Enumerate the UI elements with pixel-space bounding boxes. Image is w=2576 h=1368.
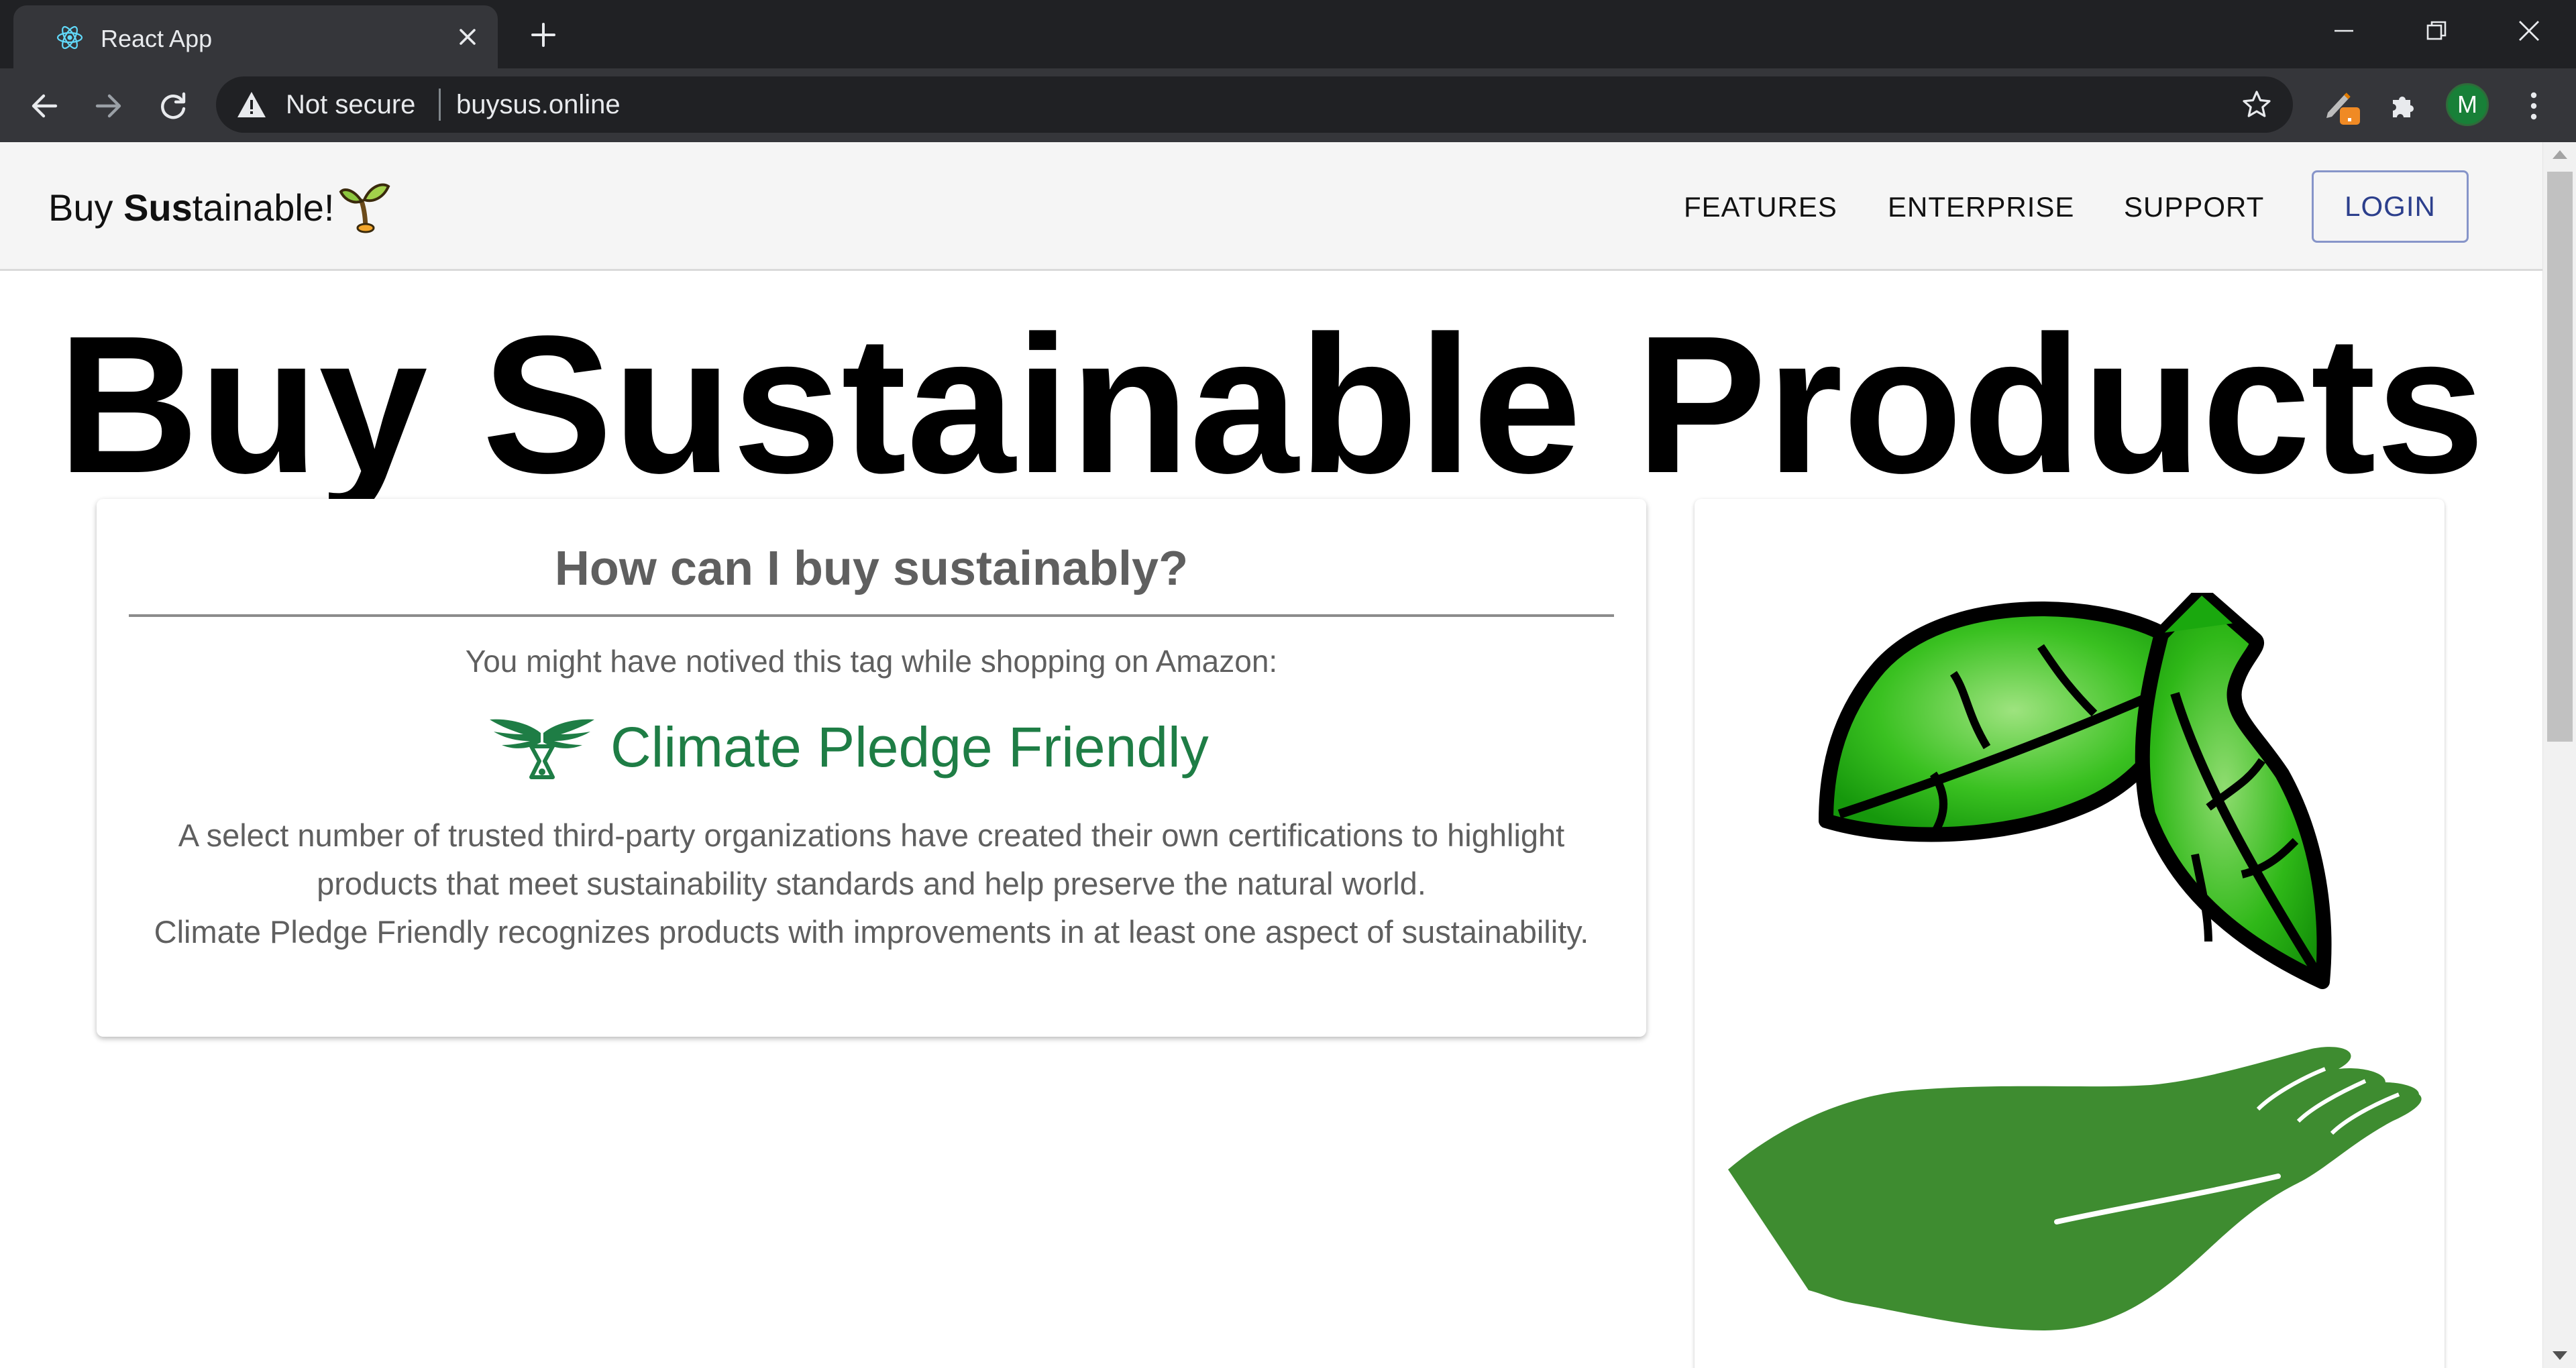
close-icon <box>2519 21 2539 41</box>
page-scrollbar[interactable] <box>2542 142 2576 1368</box>
kebab-menu-icon <box>2530 92 2537 120</box>
warning-icon[interactable] <box>236 90 267 119</box>
page-viewport: Buy Sus tainable! FEATURES ENTERPRISE SUP… <box>0 142 2542 1368</box>
card-paragraph-2: Climate Pledge Friendly recognizes produ… <box>154 914 1589 950</box>
hero-part2: tainable Products <box>841 295 2485 514</box>
card-subtitle: You might have notived this tag while sh… <box>465 644 1278 679</box>
climate-pledge-emblem-icon <box>490 719 594 779</box>
bookmark-button[interactable] <box>2238 86 2275 123</box>
hero-bold: Sus <box>482 295 842 514</box>
profile-avatar[interactable]: M <box>2446 83 2489 126</box>
brand-text-part1: Buy <box>48 186 124 229</box>
tab-close-button[interactable] <box>452 21 483 52</box>
illustration-card <box>1695 499 2445 1368</box>
restore-button[interactable] <box>2416 12 2457 50</box>
browser-menu-button[interactable] <box>2517 86 2551 126</box>
reload-button[interactable] <box>153 86 193 126</box>
leaves-icon <box>1819 593 2332 989</box>
climate-pledge-text: Climate Pledge Friendly <box>610 716 1209 779</box>
site-header: Buy Sus tainable! FEATURES ENTERPRISE SUP… <box>0 142 2542 271</box>
plus-icon <box>531 23 555 47</box>
address-divider <box>439 89 441 121</box>
climate-pledge-badge: Climate Pledge Friendly <box>488 707 1209 787</box>
new-tab-button[interactable] <box>527 19 559 51</box>
back-button[interactable] <box>24 86 64 126</box>
scroll-thumb[interactable] <box>2547 172 2573 742</box>
card-paragraph-1: A select number of trusted third-party o… <box>178 817 1565 901</box>
tab-title: React App <box>101 25 213 52</box>
url-text[interactable]: buysus.online <box>456 90 621 119</box>
forward-arrow-icon <box>95 94 121 118</box>
scroll-up-arrow[interactable] <box>2553 150 2567 159</box>
minimize-button[interactable] <box>2324 12 2364 50</box>
restore-icon <box>2426 21 2447 40</box>
star-icon <box>2243 91 2271 117</box>
card-divider <box>129 614 1614 617</box>
nav-enterprise[interactable]: ENTERPRISE <box>1888 190 2074 224</box>
close-icon <box>460 29 476 45</box>
card-body: A select number of trusted third-party o… <box>144 811 1599 956</box>
reload-icon <box>161 92 186 119</box>
hero-part1: Buy <box>57 295 482 514</box>
login-button[interactable]: LOGIN <box>2312 170 2469 243</box>
back-arrow-icon <box>32 94 58 118</box>
pen-extension-icon <box>2326 93 2360 125</box>
scroll-down-arrow[interactable] <box>2553 1351 2567 1360</box>
brand-text-part2: tainable! <box>192 186 335 229</box>
pen-extension-button[interactable] <box>2322 86 2363 126</box>
react-logo-icon <box>56 25 83 50</box>
hand-icon <box>1728 1047 2422 1330</box>
sprout-icon <box>339 183 390 233</box>
forward-button[interactable] <box>89 86 129 126</box>
nav-support[interactable]: SUPPORT <box>2124 190 2264 224</box>
brand-text-bold: Sus <box>123 186 193 229</box>
extensions-button[interactable] <box>2383 86 2423 126</box>
browser-tab[interactable]: React App <box>13 5 498 68</box>
minimize-icon <box>2334 30 2353 32</box>
security-label[interactable]: Not secure <box>286 90 415 119</box>
tab-strip: React App <box>0 0 2576 68</box>
puzzle-extension-icon <box>2393 97 2414 117</box>
hero-heading: Buy Sustainable Products <box>0 294 2542 515</box>
card-title: How can I buy sustainably? <box>554 542 1189 595</box>
nav-features[interactable]: FEATURES <box>1684 190 1837 224</box>
brand-logo[interactable]: Buy Sus tainable! <box>48 182 391 233</box>
info-card: How can I buy sustainably? You might hav… <box>97 499 1646 1037</box>
window-close-button[interactable] <box>2509 12 2549 50</box>
